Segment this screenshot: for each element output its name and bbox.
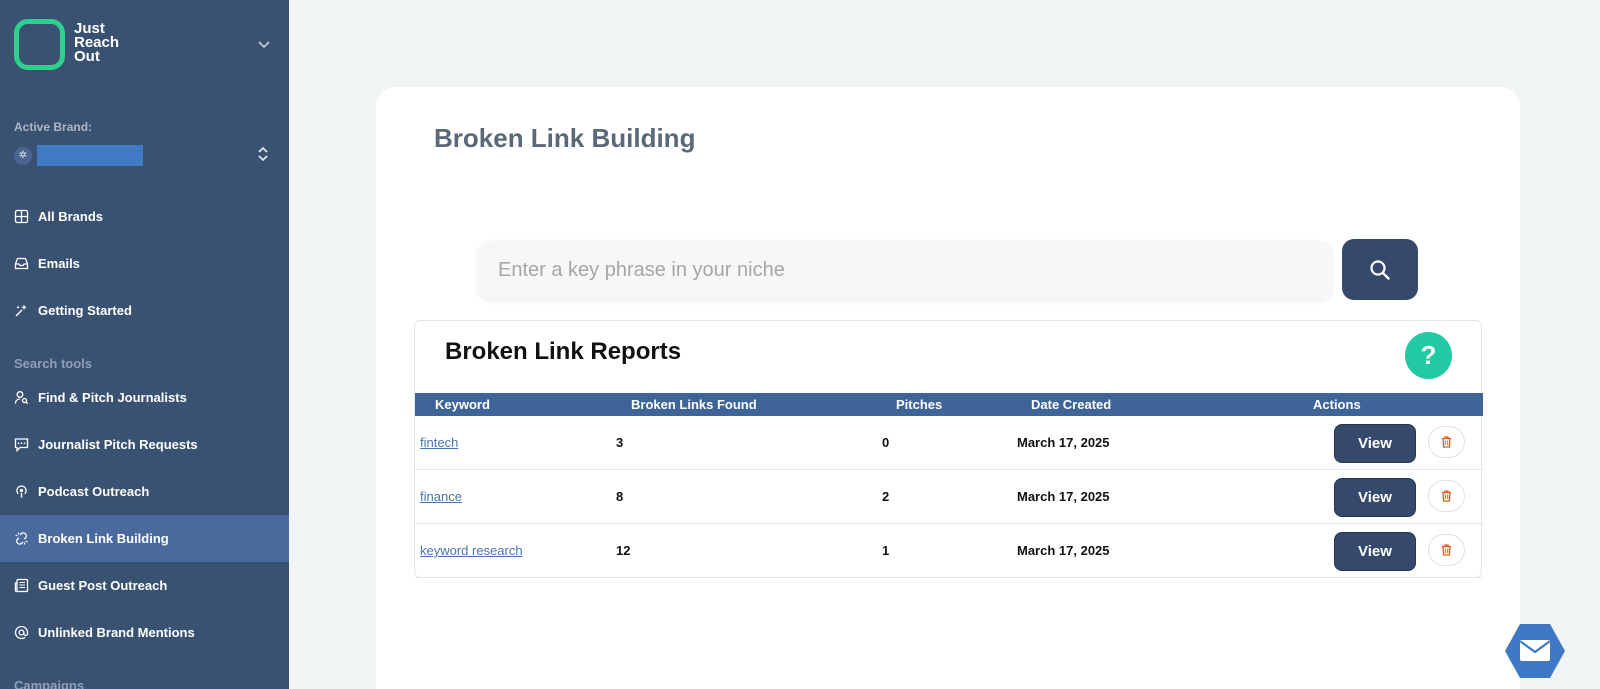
keyword-link[interactable]: finance: [420, 489, 462, 504]
chevron-updown-icon[interactable]: [256, 145, 270, 163]
sidebar-item-journalist-pitch-requests[interactable]: Journalist Pitch Requests: [0, 421, 289, 468]
column-header-date-created: Date Created: [1031, 397, 1112, 412]
trash-icon: [1442, 436, 1451, 448]
delete-button[interactable]: [1428, 426, 1465, 458]
reports-title: Broken Link Reports: [445, 338, 682, 365]
app-logo[interactable]: Just Reach Out: [14, 19, 119, 70]
trash-icon: [1442, 544, 1451, 556]
grid-icon: [14, 209, 29, 224]
table-header: Keyword Broken Links Found Pitches Date …: [415, 393, 1483, 416]
sidebar: Just Reach Out Active Brand: ✲ All Brand…: [0, 0, 289, 689]
column-header-actions: Actions: [1313, 397, 1361, 412]
table-row: finance 8 2 March 17, 2025 View: [415, 470, 1483, 524]
pitches-count: 1: [882, 543, 890, 558]
sidebar-item-guest-post-outreach[interactable]: Guest Post Outreach: [0, 562, 289, 609]
active-brand-selector[interactable]: ✲: [14, 145, 143, 166]
broken-links-count: 8: [616, 489, 624, 504]
podcast-icon: [14, 484, 29, 499]
pitches-count: 2: [882, 489, 890, 504]
brand-avatar: ✲: [14, 146, 32, 165]
main-card: Broken Link Building Broken Link Reports…: [376, 87, 1520, 689]
view-button[interactable]: View: [1334, 424, 1416, 463]
table-row: keyword research 12 1 March 17, 2025 Vie…: [415, 524, 1483, 578]
sidebar-item-emails[interactable]: Emails: [0, 240, 289, 287]
view-button[interactable]: View: [1334, 532, 1416, 571]
sidebar-item-broken-link-building[interactable]: Broken Link Building: [0, 515, 289, 562]
broken-link-reports-panel: Broken Link Reports ? Keyword Broken Lin…: [414, 320, 1483, 578]
at-icon: [14, 625, 29, 640]
page-title: Broken Link Building: [434, 123, 696, 153]
chevron-down-icon[interactable]: [256, 36, 272, 52]
help-button[interactable]: ?: [1405, 332, 1452, 379]
view-button[interactable]: View: [1334, 478, 1416, 517]
user-search-icon: [14, 390, 29, 405]
sidebar-item-all-brands[interactable]: All Brands: [0, 193, 289, 240]
column-header-pitches: Pitches: [896, 397, 943, 412]
pitches-count: 0: [882, 435, 890, 450]
newspaper-icon: [14, 578, 29, 593]
active-brand-label: Active Brand:: [14, 120, 93, 134]
sidebar-item-label: Find & Pitch Journalists: [38, 390, 187, 405]
sidebar-item-find-pitch-journalists[interactable]: Find & Pitch Journalists: [0, 374, 289, 421]
chat-icon: [14, 437, 29, 452]
column-header-keyword: Keyword: [435, 397, 490, 412]
sidebar-item-label: Podcast Outreach: [38, 484, 150, 499]
date-created: March 17, 2025: [1017, 489, 1110, 504]
keyword-link[interactable]: fintech: [420, 435, 458, 450]
search-input[interactable]: [478, 241, 1332, 299]
sidebar-item-label: Guest Post Outreach: [38, 578, 168, 593]
delete-button[interactable]: [1428, 534, 1465, 566]
logo-text: Just Reach Out: [74, 21, 119, 65]
logo-mark: [14, 19, 65, 70]
date-created: March 17, 2025: [1017, 543, 1110, 558]
sidebar-item-getting-started[interactable]: Getting Started: [0, 287, 289, 334]
brand-name-redacted: [37, 145, 143, 166]
inbox-icon: [14, 256, 29, 271]
date-created: March 17, 2025: [1017, 435, 1110, 450]
sidebar-item-label: Getting Started: [38, 303, 132, 318]
broken-links-count: 3: [616, 435, 624, 450]
keyword-link[interactable]: keyword research: [420, 543, 523, 558]
mail-icon[interactable]: [1504, 622, 1566, 680]
search-button[interactable]: [1342, 239, 1418, 300]
sidebar-item-podcast-outreach[interactable]: Podcast Outreach: [0, 468, 289, 515]
sparkle-icon: [14, 303, 29, 318]
sidebar-item-unlinked-brand-mentions[interactable]: Unlinked Brand Mentions: [0, 609, 289, 656]
sidebar-item-label: Broken Link Building: [38, 531, 169, 546]
sidebar-item-label: Journalist Pitch Requests: [38, 437, 198, 452]
trash-icon: [1442, 490, 1451, 502]
logo-line: Out: [74, 48, 100, 65]
column-header-broken-links: Broken Links Found: [631, 397, 757, 412]
sidebar-item-label: All Brands: [38, 209, 104, 224]
search-icon: [1370, 259, 1390, 280]
broken-link-icon: [14, 531, 29, 546]
table-row: fintech 3 0 March 17, 2025 View: [415, 416, 1483, 470]
delete-button[interactable]: [1428, 480, 1465, 512]
section-label-campaigns: Campaigns: [14, 678, 85, 689]
section-label-search-tools: Search tools: [14, 356, 93, 371]
sidebar-item-label: Emails: [38, 256, 80, 271]
sidebar-item-label: Unlinked Brand Mentions: [38, 625, 195, 640]
broken-links-count: 12: [616, 543, 631, 558]
